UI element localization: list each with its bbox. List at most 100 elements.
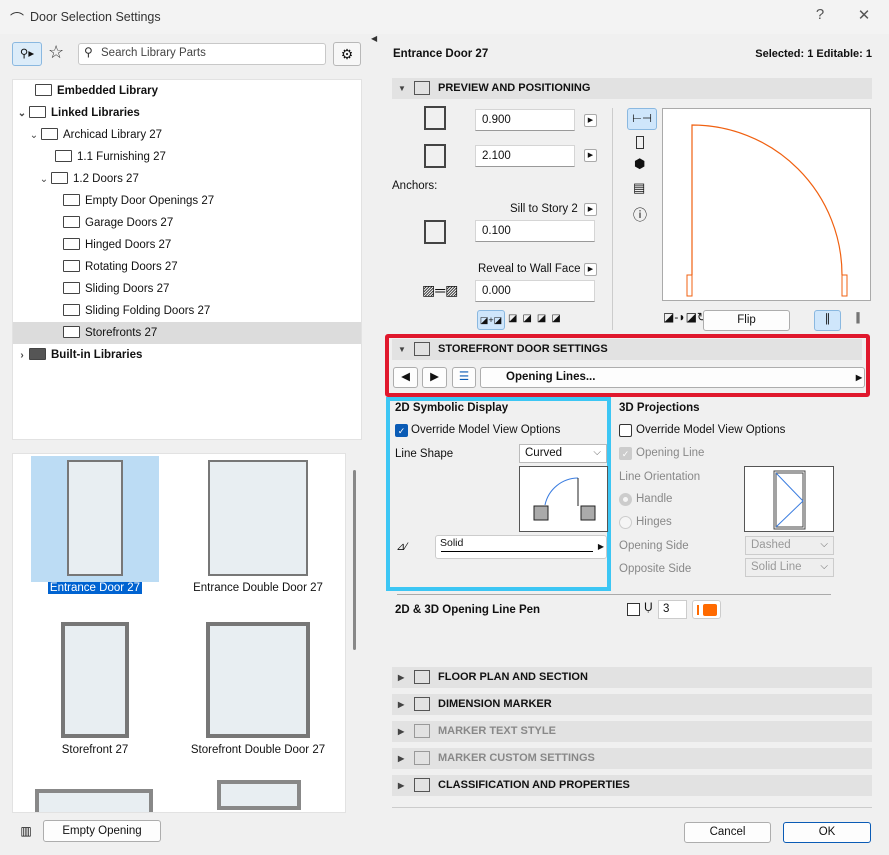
sill-anchor-label[interactable]: Sill to Story 2 (510, 203, 578, 215)
section-preview-positioning[interactable]: ▼ PREVIEW AND POSITIONING (392, 78, 872, 99)
tree-item[interactable]: Empty Door Openings 27 (63, 190, 214, 212)
mirror-option-2-icon[interactable]: ∥ (848, 310, 868, 331)
section-view-icon[interactable]: ▤ (633, 180, 645, 196)
page-select[interactable]: Opening Lines... ▶ (480, 367, 865, 388)
chevron-down-icon[interactable]: ⌄ (15, 103, 29, 125)
section-marker-text-style[interactable]: ▶ MARKER TEXT STYLE (392, 721, 872, 742)
pen-icon: Ụ (644, 600, 653, 614)
reveal-label[interactable]: Reveal to Wall Face (478, 263, 580, 275)
search-icon: ⚲ (84, 45, 93, 59)
section-marker-custom[interactable]: ▶ MARKER CUSTOM SETTINGS (392, 748, 872, 769)
tree-item[interactable]: Sliding Folding Doors 27 (63, 300, 210, 322)
opening-line-label: Opening Line (636, 447, 705, 459)
tree-item[interactable]: Garage Doors 27 (63, 212, 173, 234)
plan-view-icon[interactable]: ⊢⊣ (627, 108, 657, 130)
sill-input[interactable]: 0.100 (475, 220, 595, 242)
opposite-side-select[interactable]: Solid Line ⌵ (745, 558, 834, 577)
search-input[interactable]: Search Library Parts (78, 43, 326, 65)
tree-item[interactable]: Rotating Doors 27 (63, 256, 178, 278)
window-title: Door Selection Settings (30, 10, 161, 24)
proj-override-checkbox[interactable] (619, 424, 632, 437)
section-classification[interactable]: ▶ CLASSIFICATION AND PROPERTIES (392, 775, 872, 796)
library-view-button[interactable]: ⚲▸ (12, 42, 42, 66)
app-icon: ⌒ (10, 11, 24, 27)
section-title: MARKER TEXT STYLE (438, 725, 556, 737)
preview-canvas (662, 108, 871, 301)
tree-item[interactable]: ⌄ 1.2 Doors 27 (37, 168, 139, 190)
hinges-label: Hinges (636, 516, 672, 528)
info-icon[interactable]: ⓘ (633, 205, 647, 225)
curved-line-illustration (533, 477, 596, 521)
empty-opening-button[interactable]: Empty Opening (43, 820, 161, 842)
line-type-select[interactable]: Solid ▶ (435, 535, 607, 559)
anchor-options[interactable]: ◪◪◪◪ (508, 313, 566, 324)
element-name: Entrance Door 27 (393, 48, 489, 60)
thumb-storefront[interactable]: Storefront 27 (20, 622, 170, 756)
tree-item-builtin[interactable]: › Built-in Libraries (15, 344, 142, 366)
page-list-icon[interactable]: ☰ (452, 367, 476, 388)
section-floor-plan[interactable]: ▶ FLOOR PLAN AND SECTION (392, 667, 872, 688)
thumb-storefront-double[interactable]: Storefront Double Door 27 (183, 622, 333, 756)
tree-item[interactable]: Sliding Doors 27 (63, 278, 169, 300)
chevron-down-icon[interactable]: ⌄ (27, 125, 41, 147)
pen-number-input[interactable]: 3 (658, 600, 687, 619)
tree-label: 1.1 Furnishing 27 (77, 151, 166, 163)
next-page-button[interactable]: ▶ (422, 367, 447, 388)
collapse-panel-icon[interactable]: ◀ (371, 34, 377, 43)
opening-line-checkbox[interactable]: ✓ (619, 447, 632, 460)
height-input[interactable]: 2.100 (475, 145, 575, 167)
thumb-entrance-door[interactable]: Entrance Door 27 (20, 460, 170, 594)
settings-gear-icon[interactable]: ⚙ (333, 42, 361, 66)
pen-checkbox[interactable] (627, 603, 640, 616)
width-arrow-button[interactable]: ▶ (584, 114, 597, 127)
mirror-option-1-icon[interactable]: ∥ (814, 310, 841, 331)
favorites-star-icon[interactable]: ☆ (48, 42, 64, 63)
tree-item-linked[interactable]: ⌄ Linked Libraries (15, 102, 140, 124)
height-arrow-button[interactable]: ▶ (584, 149, 597, 162)
cancel-button[interactable]: Cancel (684, 822, 771, 843)
proj-override-label: Override Model View Options (636, 424, 786, 436)
section-title: CLASSIFICATION AND PROPERTIES (438, 779, 630, 791)
anchor-option-1[interactable]: ◪+◪ (477, 310, 505, 330)
section-title: DIMENSION MARKER (438, 698, 552, 710)
thumbnails-scrollbar[interactable] (353, 470, 356, 650)
chevron-down-icon[interactable]: ⌄ (37, 169, 51, 191)
close-button[interactable]: ✕ (852, 6, 876, 24)
sym-override-checkbox[interactable]: ✓ (395, 424, 408, 437)
section-dimension-marker[interactable]: ▶ DIMENSION MARKER (392, 694, 872, 715)
library-tree: Embedded Library ⌄ Linked Libraries ⌄ Arch… (12, 79, 362, 440)
door-swing-preview (686, 124, 848, 297)
line-type-value: Solid (440, 537, 464, 549)
reveal-arrow-button[interactable]: ▶ (584, 263, 597, 276)
line-shape-preview (519, 466, 608, 532)
handle-radio[interactable] (619, 493, 632, 506)
pen-color-swatch[interactable] (692, 600, 721, 619)
width-input[interactable]: 0.900 (475, 109, 575, 131)
elevation-view-icon[interactable] (636, 136, 644, 149)
3d-view-icon[interactable]: ⬢ (634, 156, 645, 172)
help-button[interactable]: ? (808, 6, 832, 23)
hinges-radio[interactable] (619, 516, 632, 529)
chevron-down-icon: ⌵ (820, 561, 828, 572)
triangle-right-icon: ▶ (398, 673, 405, 682)
ok-button[interactable]: OK (783, 822, 871, 843)
tree-item-embedded[interactable]: Embedded Library (35, 80, 158, 102)
reveal-input[interactable]: 0.000 (475, 280, 595, 302)
prev-page-button[interactable]: ◀ (393, 367, 418, 388)
tree-item[interactable]: 1.1 Furnishing 27 (55, 146, 166, 168)
section-storefront-settings[interactable]: ▼ STOREFRONT DOOR SETTINGS (392, 339, 862, 360)
line-shape-select[interactable]: Curved ⌵ (519, 444, 607, 463)
folder-icon (63, 194, 80, 206)
flip-side-icon[interactable]: ◪-◗◪↻ (663, 310, 707, 324)
opening-line-pen-label: 2D & 3D Opening Line Pen (395, 604, 541, 616)
tree-item[interactable]: ⌄ Archicad Library 27 (27, 124, 162, 146)
thumb-entrance-double-door[interactable]: Entrance Double Door 27 (183, 460, 333, 594)
tree-item-selected[interactable]: Storefronts 27 (13, 322, 361, 344)
library-icon (35, 84, 52, 96)
sill-arrow-button[interactable]: ▶ (584, 203, 597, 216)
tree-item[interactable]: Hinged Doors 27 (63, 234, 171, 256)
chevron-right-icon[interactable]: › (15, 345, 29, 367)
flip-button[interactable]: Flip (703, 310, 790, 331)
triangle-right-icon: ▶ (398, 781, 405, 790)
opening-side-select[interactable]: Dashed ⌵ (745, 536, 834, 555)
